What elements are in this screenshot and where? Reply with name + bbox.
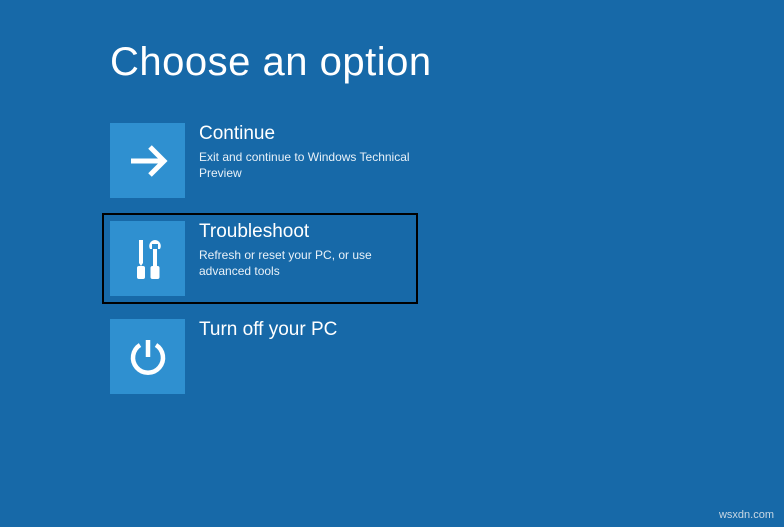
watermark: wsxdn.com xyxy=(719,509,774,521)
option-title: Troubleshoot xyxy=(199,221,410,244)
option-title: Continue xyxy=(199,123,410,146)
arrow-right-icon xyxy=(126,139,170,183)
tile-troubleshoot xyxy=(110,221,185,296)
tools-icon xyxy=(128,236,168,282)
option-turnoff[interactable]: Turn off your PC xyxy=(110,319,410,394)
options-list: Continue Exit and continue to Windows Te… xyxy=(110,123,784,394)
option-description: Exit and continue to Windows Technical P… xyxy=(199,149,410,181)
option-title: Turn off your PC xyxy=(199,319,337,342)
option-description: Refresh or reset your PC, or use advance… xyxy=(199,247,410,279)
tile-turnoff xyxy=(110,319,185,394)
option-continue[interactable]: Continue Exit and continue to Windows Te… xyxy=(110,123,410,198)
page-title: Choose an option xyxy=(110,40,784,85)
option-troubleshoot[interactable]: Troubleshoot Refresh or reset your PC, o… xyxy=(106,217,414,300)
tile-continue xyxy=(110,123,185,198)
power-icon xyxy=(126,335,170,379)
